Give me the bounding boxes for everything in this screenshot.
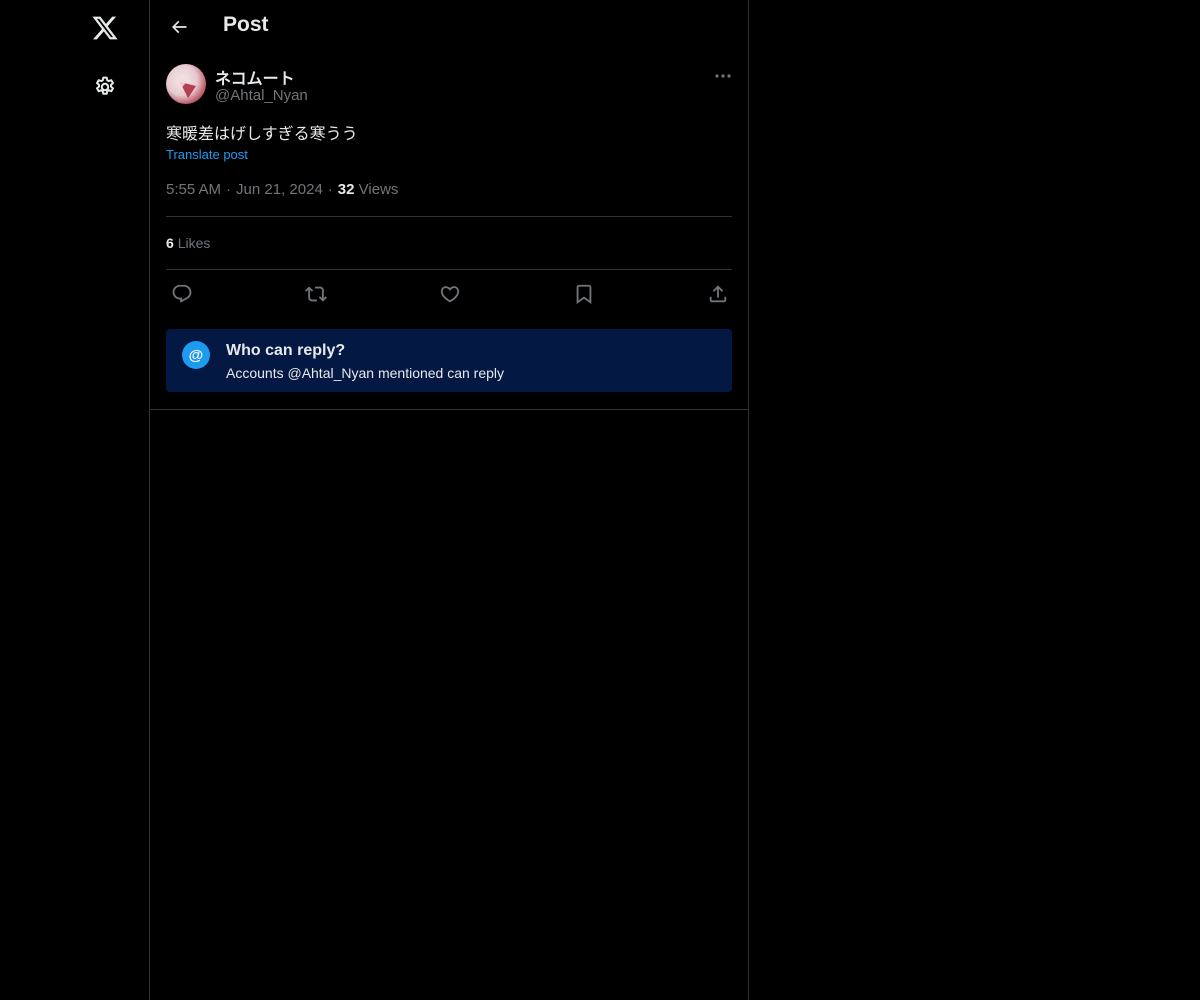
arrow-left-icon[interactable] — [162, 10, 196, 44]
comment-icon[interactable] — [168, 280, 196, 308]
post-text: 寒暖差はげしすぎる寒うう — [166, 126, 358, 143]
repost-icon[interactable] — [302, 280, 330, 308]
x-logo-icon[interactable] — [85, 8, 125, 48]
who-can-reply-card: @ Who can reply? Accounts @Ahtal_Nyan me… — [166, 329, 732, 392]
at-sign-icon: @ — [182, 341, 210, 369]
meta-separator: · — [327, 181, 333, 198]
share-icon[interactable] — [704, 280, 732, 308]
meta-separator: · — [226, 181, 232, 198]
likes-count: 6 — [166, 235, 174, 251]
author-handle[interactable]: @Ahtal_Nyan — [215, 87, 308, 104]
who-can-reply-description: Accounts @Ahtal_Nyan mentioned can reply — [226, 365, 505, 381]
divider — [150, 409, 748, 410]
views-label: Views — [358, 181, 399, 198]
likes-link[interactable]: 6 Likes — [166, 235, 210, 251]
page-title: Post — [223, 13, 269, 36]
translate-post-link[interactable]: Translate post — [166, 147, 248, 162]
who-can-reply-title: Who can reply? — [226, 342, 346, 359]
ellipsis-icon[interactable] — [708, 64, 738, 88]
heart-icon[interactable] — [436, 280, 464, 308]
post-detail-column: Post ネコムート @Ahtal_Nyan 寒暖差はげしすぎる寒うう Tran… — [149, 0, 749, 1000]
post-meta: 5:55 AM · Jun 21, 2024 · 32 Views — [166, 181, 398, 198]
page-header: Post — [150, 0, 748, 54]
views-count: 32 — [337, 181, 355, 198]
left-rail — [0, 0, 150, 1000]
bookmark-icon[interactable] — [570, 280, 598, 308]
post-date[interactable]: Jun 21, 2024 — [236, 181, 323, 198]
post-time[interactable]: 5:55 AM — [166, 181, 221, 198]
gear-icon[interactable] — [85, 67, 125, 107]
divider — [166, 269, 732, 270]
author-name[interactable]: ネコムート — [215, 65, 295, 89]
avatar[interactable] — [166, 64, 206, 104]
divider — [166, 216, 732, 217]
likes-label: Likes — [177, 235, 211, 251]
